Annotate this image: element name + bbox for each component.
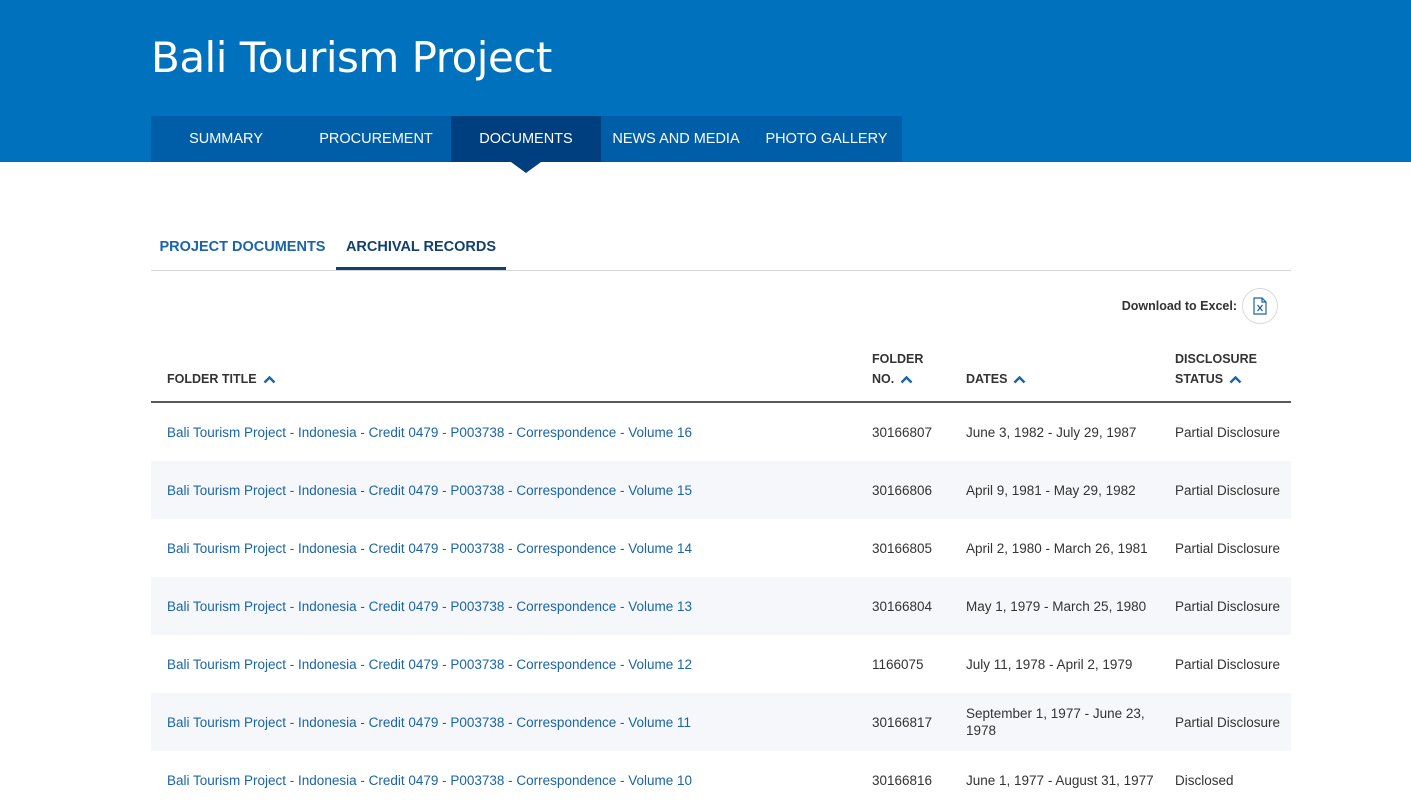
- col-folder-no: FOLDER NO.: [872, 330, 966, 403]
- table-row: Bali Tourism Project - Indonesia - Credi…: [151, 693, 1291, 751]
- folder-no-cell: 30166816: [872, 772, 933, 788]
- dates-cell: July 11, 1978 - April 2, 1979: [966, 656, 1133, 672]
- disclosure-status-cell: Partial Disclosure: [1175, 693, 1291, 751]
- table-row: Bali Tourism Project - Indonesia - Credi…: [151, 751, 1291, 809]
- folder-no-cell: 30166806: [872, 461, 966, 519]
- disclosure-status-cell: Partial Disclosure: [1175, 540, 1281, 556]
- folder-title-cell: Bali Tourism Project - Indonesia - Credi…: [151, 577, 872, 635]
- archival-records-table: FOLDER TITLE FOLDER NO. DATES DISCLOSURE…: [151, 330, 1291, 809]
- tab-project-documents[interactable]: PROJECT DOCUMENTS: [151, 228, 334, 270]
- col-folder-title-label: FOLDER TITLE: [167, 372, 257, 386]
- tab-archival-records[interactable]: ARCHIVAL RECORDS: [336, 228, 506, 270]
- folder-no-cell: 30166817: [872, 693, 966, 751]
- page-title: Bali Tourism Project: [151, 33, 552, 82]
- site-header: Bali Tourism Project SUMMARY PROCUREMENT…: [0, 0, 1411, 173]
- dates-cell: June 1, 1977 - August 31, 1977: [966, 772, 1154, 788]
- disclosure-status-cell: Partial Disclosure: [1175, 577, 1291, 635]
- nav-procurement[interactable]: PROCUREMENT: [301, 116, 451, 162]
- folder-title-link[interactable]: Bali Tourism Project - Indonesia - Credi…: [167, 715, 691, 730]
- folder-title-cell: Bali Tourism Project - Indonesia - Credi…: [151, 402, 872, 461]
- folder-title-cell: Bali Tourism Project - Indonesia - Credi…: [151, 693, 872, 751]
- folder-title-link[interactable]: Bali Tourism Project - Indonesia - Credi…: [167, 773, 692, 788]
- excel-file-icon: [1253, 297, 1267, 315]
- dates-cell: September 1, 1977 - June 23, 1978: [966, 693, 1175, 751]
- excel-download-button[interactable]: [1242, 288, 1278, 324]
- nav-documents[interactable]: DOCUMENTS: [451, 116, 601, 173]
- download-to-excel: Download to Excel:: [1122, 287, 1278, 325]
- col-dates-label: DATES: [966, 372, 1008, 386]
- disclosure-status-cell: Partial Disclosure: [1175, 424, 1281, 440]
- dates-cell: June 3, 1982 - July 29, 1987: [966, 424, 1137, 440]
- download-label: Download to Excel:: [1121, 299, 1237, 313]
- sort-asc-icon[interactable]: [1013, 375, 1026, 384]
- folder-title-cell: Bali Tourism Project - Indonesia - Credi…: [151, 751, 872, 809]
- table-row: Bali Tourism Project - Indonesia - Credi…: [151, 635, 1291, 693]
- folder-title-link[interactable]: Bali Tourism Project - Indonesia - Credi…: [167, 541, 692, 556]
- col-dates: DATES: [966, 330, 1175, 403]
- sort-asc-icon[interactable]: [263, 375, 276, 384]
- col-disclosure-status: DISCLOSURE STATUS: [1175, 330, 1291, 403]
- active-nav-caret: [511, 162, 541, 173]
- folder-no-cell: 1166075: [872, 656, 924, 672]
- folder-no-cell: 30166804: [872, 577, 966, 635]
- disclosure-status-cell: Partial Disclosure: [1175, 656, 1281, 672]
- nav-documents-label: DOCUMENTS: [479, 131, 573, 147]
- table-row: Bali Tourism Project - Indonesia - Credi…: [151, 519, 1291, 577]
- table-row: Bali Tourism Project - Indonesia - Credi…: [151, 577, 1291, 635]
- folder-title-cell: Bali Tourism Project - Indonesia - Credi…: [151, 461, 872, 519]
- folder-no-cell: 30166807: [872, 424, 933, 440]
- nav-photo-gallery[interactable]: PHOTO GALLERY: [751, 116, 902, 162]
- table-row: Bali Tourism Project - Indonesia - Credi…: [151, 461, 1291, 519]
- nav-news-and-media[interactable]: NEWS AND MEDIA: [601, 116, 751, 162]
- disclosure-status-cell: Disclosed: [1175, 772, 1234, 788]
- dates-cell: April 9, 1981 - May 29, 1982: [966, 461, 1175, 519]
- sort-asc-icon[interactable]: [900, 375, 913, 384]
- dates-cell: April 2, 1980 - March 26, 1981: [966, 540, 1148, 556]
- col-status-line1: DISCLOSURE: [1175, 352, 1257, 366]
- table-header-row: FOLDER TITLE FOLDER NO. DATES DISCLOSURE…: [151, 330, 1291, 403]
- dates-cell: May 1, 1979 - March 25, 1980: [966, 577, 1175, 635]
- sort-asc-icon[interactable]: [1229, 375, 1242, 384]
- col-folder-no-line1: FOLDER: [872, 352, 924, 366]
- col-status-line2: STATUS: [1175, 372, 1224, 386]
- folder-title-link[interactable]: Bali Tourism Project - Indonesia - Credi…: [167, 657, 692, 672]
- folder-title-link[interactable]: Bali Tourism Project - Indonesia - Credi…: [167, 599, 692, 614]
- disclosure-status-cell: Partial Disclosure: [1175, 461, 1291, 519]
- folder-title-link[interactable]: Bali Tourism Project - Indonesia - Credi…: [167, 483, 692, 498]
- col-folder-title: FOLDER TITLE: [151, 330, 872, 403]
- main-nav: SUMMARY PROCUREMENT DOCUMENTS NEWS AND M…: [151, 116, 902, 173]
- folder-title-cell: Bali Tourism Project - Indonesia - Credi…: [151, 635, 872, 693]
- folder-no-cell: 30166805: [872, 540, 933, 556]
- folder-title-link[interactable]: Bali Tourism Project - Indonesia - Credi…: [167, 425, 692, 440]
- folder-title-cell: Bali Tourism Project - Indonesia - Credi…: [151, 519, 872, 577]
- nav-summary[interactable]: SUMMARY: [151, 116, 301, 162]
- col-folder-no-line2: NO.: [872, 372, 895, 386]
- document-sub-tabs: PROJECT DOCUMENTS ARCHIVAL RECORDS: [151, 228, 1291, 271]
- table-row: Bali Tourism Project - Indonesia - Credi…: [151, 402, 1291, 461]
